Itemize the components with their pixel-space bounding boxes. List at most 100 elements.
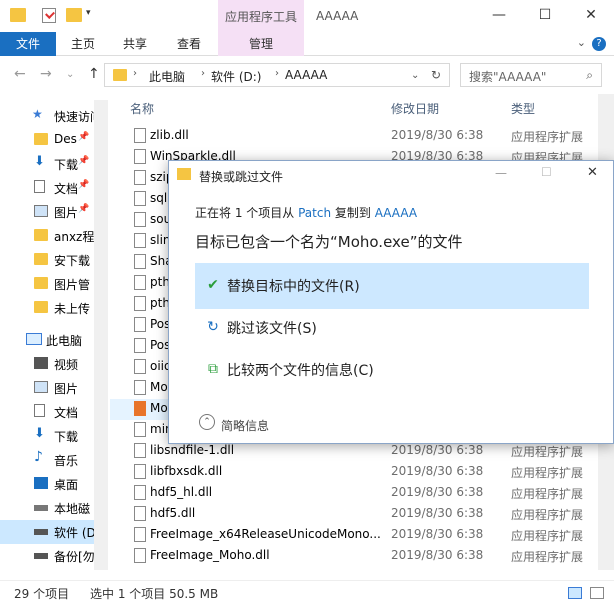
computer-icon	[26, 333, 42, 345]
refresh-icon[interactable]: ↻	[431, 68, 441, 82]
sidebar-item-drive-d[interactable]: 软件 (D	[0, 520, 94, 544]
forward-button[interactable]: →	[40, 66, 52, 82]
sidebar-item-pictures[interactable]: 图片	[0, 376, 94, 400]
download-icon: ⬇	[34, 154, 45, 169]
sidebar-item-local-disk[interactable]: 本地磁	[0, 496, 94, 520]
tab-manage[interactable]: 管理	[218, 32, 304, 56]
drive-icon	[34, 529, 48, 535]
sidebar-item-desktop[interactable]: 桌面	[0, 472, 94, 496]
file-row[interactable]: libfbxsdk.dll 2019/8/30 6:38 应用程序扩展	[110, 462, 600, 483]
sidebar-item-downloads-pinned[interactable]: ⬇ 下载 📌	[0, 152, 94, 176]
source-link[interactable]: Patch	[298, 206, 331, 220]
sidebar-item-not-uploaded[interactable]: 未上传	[0, 296, 94, 320]
tab-home[interactable]: 主页	[64, 32, 102, 56]
dialog-info: 正在将 1 个项目从 Patch 复制到 AAAAA	[195, 206, 418, 220]
dialog-heading: 目标已包含一个名为“Moho.exe”的文件	[195, 233, 463, 251]
navigation-pane: ★ 快速访问 Des📌 ⬇ 下载📌 文档📌 图片📌 anxz程 安下载 图片管 …	[0, 100, 94, 570]
tab-view[interactable]: 查看	[170, 32, 208, 56]
replace-option[interactable]: ✔ 替换目标中的文件(R)	[195, 263, 589, 309]
ribbon-expand-icon[interactable]: ⌄	[577, 36, 586, 49]
file-row[interactable]: hdf5_hl.dll 2019/8/30 6:38 应用程序扩展	[110, 483, 600, 504]
drive-icon	[34, 505, 48, 511]
collapse-details-icon[interactable]: ⌃	[199, 414, 215, 430]
dialog-close-button[interactable]: ✕	[587, 165, 598, 180]
up-button[interactable]: ↑	[88, 66, 100, 82]
desktop-icon	[34, 477, 48, 489]
file-date: 2019/8/30 6:38	[391, 443, 484, 457]
dll-file-icon	[134, 191, 146, 206]
file-row[interactable]: FreeImage_Moho.dll 2019/8/30 6:38 应用程序扩展	[110, 546, 600, 567]
help-icon[interactable]: ?	[592, 37, 606, 51]
column-name[interactable]: 名称	[130, 100, 154, 117]
sidebar-item-downloads[interactable]: ⬇ 下载	[0, 424, 94, 448]
sidebar-item-anxz[interactable]: anxz程	[0, 224, 94, 248]
back-button[interactable]: ←	[14, 66, 26, 82]
large-icons-view-icon[interactable]	[590, 587, 604, 599]
dll-file-icon	[134, 149, 146, 164]
minimize-button[interactable]: —	[476, 0, 522, 32]
folder-icon[interactable]	[10, 8, 26, 22]
document-icon	[34, 180, 45, 193]
sidebar-item-backup[interactable]: 备份[勿	[0, 544, 94, 568]
sidebar-item-documents-pinned[interactable]: 文档 📌	[0, 176, 94, 200]
sidebar-item-quick-access[interactable]: ★ 快速访问	[0, 104, 94, 128]
sidebar-item-picture-manager[interactable]: 图片管	[0, 272, 94, 296]
compare-icon: ⧉	[208, 361, 218, 377]
properties-icon[interactable]	[42, 8, 56, 23]
sidebar-item-desktop-pinned[interactable]: Des 📌	[0, 128, 94, 152]
tab-file[interactable]: 文件	[0, 32, 56, 56]
address-bar[interactable]: › 此电脑 › 软件 (D:) › AAAAA ⌄ ↻	[104, 63, 450, 87]
document-icon	[34, 404, 45, 417]
sidebar-item-music[interactable]: ♪ 音乐	[0, 448, 94, 472]
pin-icon: 📌	[78, 180, 90, 190]
sidebar-item-documents[interactable]: 文档	[0, 400, 94, 424]
fewer-details-link[interactable]: 简略信息	[221, 417, 269, 434]
replace-or-skip-dialog: 替换或跳过文件 — ☐ ✕ 正在将 1 个项目从 Patch 复制到 AAAAA…	[168, 160, 614, 444]
sidebar-scrollbar[interactable]	[94, 100, 108, 570]
dll-file-icon	[134, 485, 146, 500]
column-type[interactable]: 类型	[511, 100, 535, 117]
compare-option[interactable]: ⧉ 比较两个文件的信息(C)	[195, 347, 589, 393]
dll-file-icon	[134, 212, 146, 227]
breadcrumb-this-pc[interactable]: 此电脑	[149, 68, 185, 85]
destination-link[interactable]: AAAAA	[375, 206, 417, 220]
dll-file-icon	[134, 275, 146, 290]
details-view-icon[interactable]	[568, 587, 582, 599]
selection-info: 选中 1 个项目 50.5 MB	[90, 587, 219, 601]
file-date: 2019/8/30 6:38	[391, 464, 484, 478]
sidebar-item-videos[interactable]: 视频	[0, 352, 94, 376]
file-type: 应用程序扩展	[511, 508, 584, 522]
sidebar-item-anxiazai[interactable]: 安下载	[0, 248, 94, 272]
address-dropdown-icon[interactable]: ⌄	[411, 70, 419, 81]
close-button[interactable]: ✕	[568, 0, 614, 32]
quick-access-dropdown-icon[interactable]: ▾	[86, 8, 96, 18]
file-row[interactable]: FreeImage_x64ReleaseUnicodeMono... 2019/8…	[110, 525, 600, 546]
folder-icon	[34, 253, 48, 265]
file-date: 2019/8/30 6:38	[391, 548, 484, 562]
dll-file-icon	[134, 338, 146, 353]
dialog-minimize-button[interactable]: —	[495, 166, 507, 180]
file-row[interactable]: zlib.dll 2019/8/30 6:38 应用程序扩展	[110, 126, 600, 147]
dll-file-icon	[134, 254, 146, 269]
search-placeholder: 搜索"AAAAA"	[469, 70, 547, 84]
breadcrumb-aaaaa[interactable]: AAAAA	[285, 68, 327, 82]
sidebar-item-this-pc[interactable]: 此电脑	[0, 328, 94, 352]
maximize-button[interactable]: ☐	[522, 0, 568, 32]
tab-share[interactable]: 共享	[116, 32, 154, 56]
dialog-title: 替换或跳过文件	[199, 170, 284, 184]
file-type: 应用程序扩展	[511, 487, 584, 501]
file-row[interactable]: hdf5.dll 2019/8/30 6:38 应用程序扩展	[110, 504, 600, 525]
column-date[interactable]: 修改日期	[391, 100, 439, 117]
dll-file-icon	[134, 443, 146, 458]
new-folder-icon[interactable]	[66, 8, 82, 22]
dialog-maximize-button[interactable]: ☐	[541, 165, 552, 179]
skip-option[interactable]: ↻ 跳过该文件(S)	[195, 305, 589, 351]
search-input[interactable]: 搜索"AAAAA" ⌕	[460, 63, 602, 87]
file-row[interactable]: libsndfile-1.dll 2019/8/30 6:38 应用程序扩展	[110, 441, 600, 462]
breadcrumb-drive-d[interactable]: 软件 (D:)	[211, 68, 261, 85]
sidebar-item-pictures-pinned[interactable]: 图片 📌	[0, 200, 94, 224]
dll-file-icon	[134, 380, 146, 395]
file-type: 应用程序扩展	[511, 466, 584, 480]
recent-locations-icon[interactable]: ⌄	[66, 69, 74, 80]
folder-icon	[34, 301, 48, 313]
